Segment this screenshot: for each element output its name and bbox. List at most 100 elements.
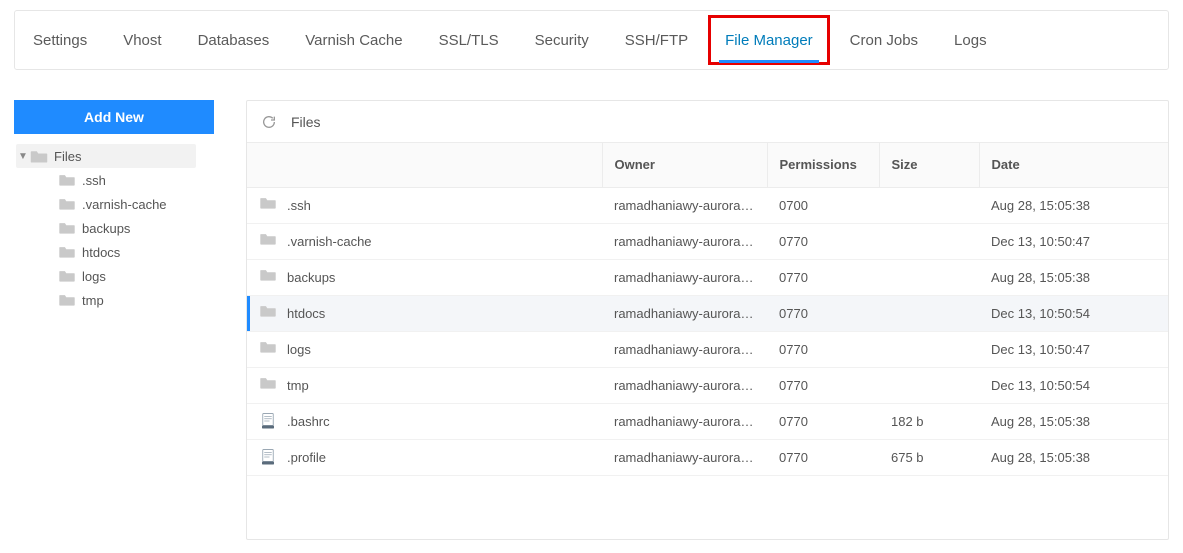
file-permissions: 0700 [767, 187, 879, 223]
tree-item-label: tmp [82, 293, 104, 308]
file-date: Aug 28, 15:05:38 [979, 187, 1168, 223]
file-name: tmp [287, 378, 309, 393]
file-date: Aug 28, 15:05:38 [979, 403, 1168, 439]
table-header-row: Owner Permissions Size Date [247, 143, 1168, 187]
file-permissions: 0770 [767, 331, 879, 367]
file-name: backups [287, 270, 335, 285]
tree-root-label: Files [54, 149, 81, 164]
panel-header: Files [247, 101, 1168, 143]
file-size [879, 223, 979, 259]
tree-item-logs[interactable]: logs [44, 264, 246, 288]
folder-icon [259, 376, 277, 394]
tab-vhost[interactable]: Vhost [105, 11, 179, 69]
col-header-permissions[interactable]: Permissions [767, 143, 879, 187]
col-header-size[interactable]: Size [879, 143, 979, 187]
add-new-button[interactable]: Add New [14, 100, 214, 134]
folder-icon [259, 232, 277, 250]
tab-cron-jobs[interactable]: Cron Jobs [832, 11, 936, 69]
col-header-date[interactable]: Date [979, 143, 1168, 187]
file-name: logs [287, 342, 311, 357]
tab-security[interactable]: Security [517, 11, 607, 69]
file-owner: ramadhaniawy-aurora:ramadhaniawy-aurora [602, 367, 767, 403]
folder-icon [259, 340, 277, 358]
folder-icon [259, 268, 277, 286]
table-row[interactable]: backups ramadhaniawy-aurora:ramadhaniawy-… [247, 259, 1168, 295]
tree-item-label: backups [82, 221, 130, 236]
tree-item-tmp[interactable]: tmp [44, 288, 246, 312]
tab-varnish-cache[interactable]: Varnish Cache [287, 11, 420, 69]
file-date: Dec 13, 10:50:47 [979, 223, 1168, 259]
table-row[interactable]: tmp ramadhaniawy-aurora:ramadhaniawy-auro… [247, 367, 1168, 403]
file-owner: ramadhaniawy-aurora:ramadhaniawy-aurora [602, 223, 767, 259]
file-permissions: 0770 [767, 439, 879, 475]
folder-icon [58, 197, 76, 211]
table-row[interactable]: logsramadhaniawy-aurora:ramadhaniawy-aur… [247, 331, 1168, 367]
tab-settings[interactable]: Settings [15, 11, 105, 69]
tree-item-label: .ssh [82, 173, 106, 188]
file-name: .varnish-cache [287, 234, 372, 249]
tree-item-backups[interactable]: backups [44, 216, 246, 240]
file-tree: ▼ Files .ssh .varnish-cache backups htdo… [14, 144, 246, 312]
folder-icon [259, 304, 277, 322]
file-owner: ramadhaniawy-aurora:ramadhaniawy-aurora [602, 295, 767, 331]
folder-icon [58, 221, 76, 235]
file-size [879, 295, 979, 331]
folder-icon [58, 269, 76, 283]
file-date: Dec 13, 10:50:47 [979, 331, 1168, 367]
table-row[interactable]: htdocs ramadhaniawy-aurora:ramadhaniawy-a… [247, 295, 1168, 331]
folder-icon [259, 196, 277, 214]
col-header-name[interactable] [247, 143, 602, 187]
file-size [879, 259, 979, 295]
table-row[interactable]: .bashrc ramadhaniawy-aurora:ramadhaniawy-… [247, 403, 1168, 439]
sidebar: Add New ▼ Files .ssh .varnish-cache back… [14, 100, 246, 540]
file-owner: ramadhaniawy-aurora:ramadhaniawy-aurora [602, 439, 767, 475]
panel-title: Files [291, 114, 321, 130]
file-date: Aug 28, 15:05:38 [979, 259, 1168, 295]
table-row[interactable]: .sshramadhaniawy-aurora:ramadhaniawy-aur… [247, 187, 1168, 223]
tree-item-label: htdocs [82, 245, 120, 260]
tab-file-manager[interactable]: File Manager [708, 15, 830, 65]
folder-icon [30, 149, 48, 163]
file-name: htdocs [287, 306, 325, 321]
file-permissions: 0770 [767, 259, 879, 295]
file-name: .ssh [287, 198, 311, 213]
file-date: Dec 13, 10:50:54 [979, 295, 1168, 331]
tree-item-label: logs [82, 269, 106, 284]
tab-logs[interactable]: Logs [936, 11, 1005, 69]
tree-root-files[interactable]: ▼ Files [16, 144, 196, 168]
file-icon [259, 448, 277, 466]
table-row[interactable]: .varnish-cache ramadhaniawy-aurora:ramadh… [247, 223, 1168, 259]
file-permissions: 0770 [767, 223, 879, 259]
col-header-owner[interactable]: Owner [602, 143, 767, 187]
file-name: .bashrc [287, 414, 330, 429]
tab-ssh-ftp[interactable]: SSH/FTP [607, 11, 706, 69]
file-owner: ramadhaniawy-aurora:ramadhaniawy-aurora [602, 259, 767, 295]
file-size [879, 331, 979, 367]
chevron-down-icon[interactable]: ▼ [16, 151, 30, 162]
tree-item-label: .varnish-cache [82, 197, 167, 212]
file-date: Dec 13, 10:50:54 [979, 367, 1168, 403]
file-panel: Files Owner Permissions Size Date .sshra… [246, 100, 1169, 540]
file-size: 675 b [879, 439, 979, 475]
file-owner: ramadhaniawy-aurora:ramadhaniawy-aurora [602, 403, 767, 439]
tree-item--varnish-cache[interactable]: .varnish-cache [44, 192, 246, 216]
file-table: Owner Permissions Size Date .sshramadhan… [247, 143, 1168, 476]
table-row[interactable]: .profile ramadhaniawy-aurora:ramadhaniawy… [247, 439, 1168, 475]
file-size: 182 b [879, 403, 979, 439]
folder-icon [58, 245, 76, 259]
tree-item--ssh[interactable]: .ssh [44, 168, 246, 192]
refresh-icon[interactable] [261, 114, 277, 130]
folder-icon [58, 173, 76, 187]
tab-ssl-tls[interactable]: SSL/TLS [421, 11, 517, 69]
file-size [879, 367, 979, 403]
file-permissions: 0770 [767, 403, 879, 439]
file-size [879, 187, 979, 223]
file-name: .profile [287, 450, 326, 465]
folder-icon [58, 293, 76, 307]
file-permissions: 0770 [767, 295, 879, 331]
file-permissions: 0770 [767, 367, 879, 403]
tree-item-htdocs[interactable]: htdocs [44, 240, 246, 264]
tab-databases[interactable]: Databases [180, 11, 288, 69]
file-date: Aug 28, 15:05:38 [979, 439, 1168, 475]
top-tabbar: SettingsVhostDatabasesVarnish CacheSSL/T… [14, 10, 1169, 70]
